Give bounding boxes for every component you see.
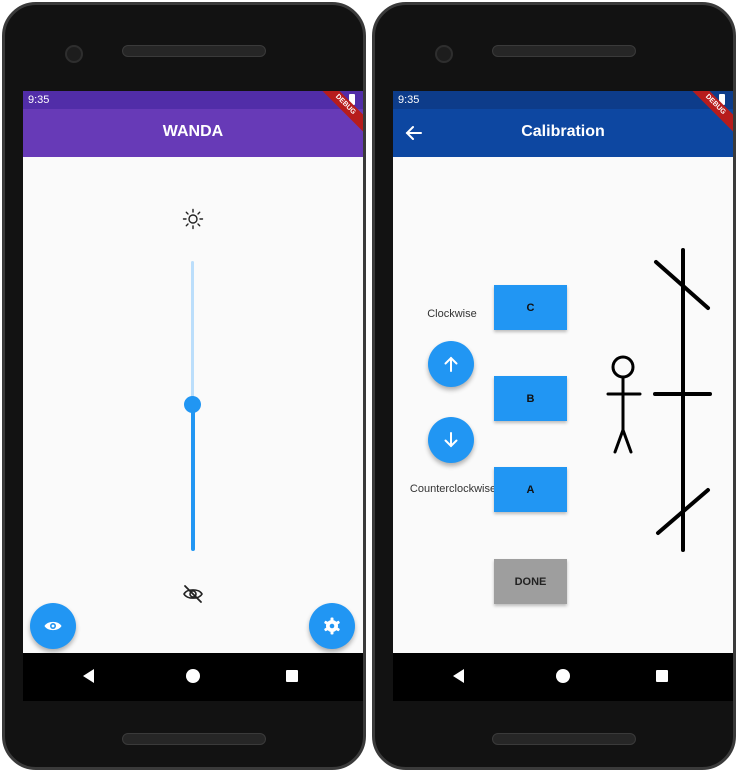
arrow-down-icon (444, 432, 458, 448)
front-camera (65, 45, 83, 63)
position-b-button[interactable]: B (494, 376, 567, 421)
slider-track-active (191, 404, 195, 551)
nav-back-icon[interactable] (453, 669, 464, 683)
counterclockwise-label: Counterclockwise (409, 483, 497, 495)
earpiece-speaker (492, 45, 636, 57)
nav-home-icon[interactable] (556, 669, 570, 683)
settings-button[interactable] (309, 603, 355, 649)
nav-recents-icon[interactable] (286, 670, 298, 682)
bottom-speaker (492, 733, 636, 745)
nav-recents-icon[interactable] (656, 670, 668, 682)
wand-diagram (653, 248, 712, 552)
clockwise-label: Clockwise (427, 308, 477, 320)
gear-icon (324, 617, 340, 635)
slider-track-inactive (191, 261, 194, 404)
earpiece-speaker (122, 45, 266, 57)
rotate-clockwise-button[interactable] (428, 341, 474, 387)
stick-figure-icon (606, 355, 642, 454)
done-button[interactable]: DONE (494, 559, 567, 604)
screen-wanda: 9:35 WANDA DEBUG (23, 91, 363, 653)
eye-icon (44, 621, 62, 631)
sun-icon (182, 208, 204, 230)
rotate-counterclockwise-button[interactable] (428, 417, 474, 463)
position-a-button[interactable]: A (494, 467, 567, 512)
front-camera (435, 45, 453, 63)
status-time: 9:35 (398, 94, 420, 106)
position-c-button[interactable]: C (494, 285, 567, 330)
brightness-slider[interactable] (183, 261, 203, 551)
nav-back-icon[interactable] (83, 669, 94, 683)
visibility-button[interactable] (30, 603, 76, 649)
page-title: WANDA (162, 123, 224, 140)
eye-off-icon (183, 585, 203, 603)
page-title: Calibration (521, 123, 605, 140)
system-nav-bar (23, 653, 363, 701)
arrow-up-icon (444, 356, 458, 372)
nav-home-icon[interactable] (186, 669, 200, 683)
status-bar: 9:35 (23, 91, 363, 109)
phone-left: 9:35 WANDA DEBUG (2, 2, 366, 770)
bottom-speaker (122, 733, 266, 745)
system-nav-bar (393, 653, 733, 701)
app-bar: Calibration (393, 109, 733, 157)
status-bar: 9:35 (393, 91, 733, 109)
slider-thumb[interactable] (184, 396, 201, 413)
app-bar: WANDA (23, 109, 363, 157)
status-time: 9:35 (28, 94, 50, 106)
